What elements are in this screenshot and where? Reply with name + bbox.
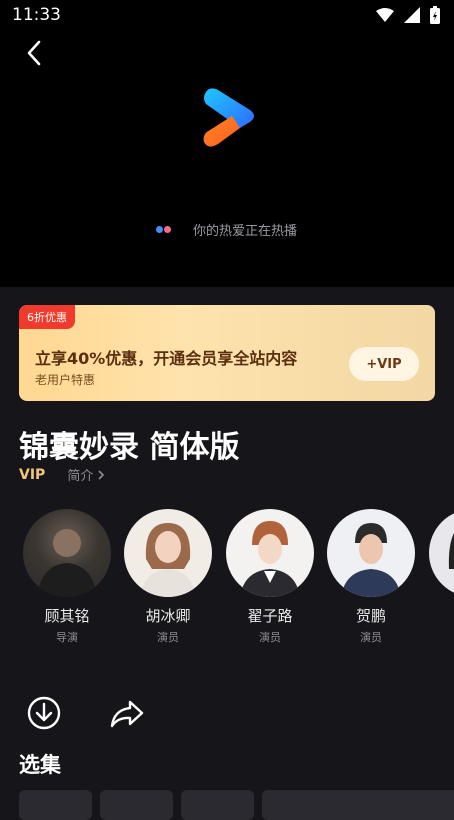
video-player[interactable]: 11:33 你的热爱正在热播 [0,0,454,287]
signal-icon [404,7,420,23]
avatar [327,509,415,597]
avatar [429,509,454,597]
loading-indicator: 你的热爱正在热播 [156,220,297,239]
download-icon[interactable] [24,693,64,733]
loading-dots-icon [156,226,171,233]
episodes-section-title: 选集 [19,753,61,777]
cast-item[interactable]: 顾其铭 导演 [22,509,112,645]
back-button[interactable] [20,38,50,68]
cast-list[interactable]: 顾其铭 导演 胡冰卿 演员 翟子路 演员 贺鹏 演员 [22,509,454,649]
vip-tag: VIP [19,466,46,483]
chevron-right-icon [98,469,105,480]
cast-item[interactable]: 胡冰卿 演员 [123,509,213,645]
cast-item[interactable]: 翟子路 演员 [225,509,315,645]
avatar [226,509,314,597]
show-meta: VIP 简介 [19,465,106,484]
cast-name: 胡冰卿 [145,607,191,625]
show-title: 锦囊妙录 简体版 [19,430,240,465]
loading-text: 你的热爱正在热播 [193,224,298,239]
discount-badge: 6折优惠 [19,305,75,329]
status-icons [376,6,440,24]
avatar [23,509,111,597]
wifi-icon [376,8,394,22]
cast-name: 贺鹏 [355,607,386,625]
cast-role: 导演 [56,631,78,644]
promo-subtitle: 老用户特惠 [35,373,96,387]
episode-item[interactable] [181,790,254,820]
cast-item[interactable]: 贺鹏 演员 [326,509,416,645]
vip-promo-banner[interactable]: 6折优惠 立享40%优惠，开通会员享全站内容 老用户特惠 +VIP [19,305,435,401]
episode-list[interactable] [19,790,454,820]
battery-icon [430,6,440,24]
cast-role: 演员 [360,631,382,644]
app-logo-icon [203,88,254,147]
cast-role: 演员 [157,631,179,644]
promo-title: 立享40%优惠，开通会员享全站内容 [35,349,298,368]
status-time: 11:33 [12,5,61,25]
episode-item[interactable] [262,790,454,820]
intro-link[interactable]: 简介 [67,465,106,484]
episode-item[interactable] [19,790,92,820]
episode-item[interactable] [100,790,173,820]
cast-role: 演员 [259,631,281,644]
avatar [124,509,212,597]
open-vip-button[interactable]: +VIP [349,347,419,381]
detail-content: 6折优惠 立享40%优惠，开通会员享全站内容 老用户特惠 +VIP 锦囊妙录 简… [0,287,454,820]
cast-item[interactable] [428,509,454,597]
share-icon[interactable] [106,693,146,733]
intro-label: 简介 [67,469,94,484]
cast-name: 顾其铭 [44,607,90,625]
action-bar [24,693,146,733]
cast-name: 翟子路 [247,607,293,625]
